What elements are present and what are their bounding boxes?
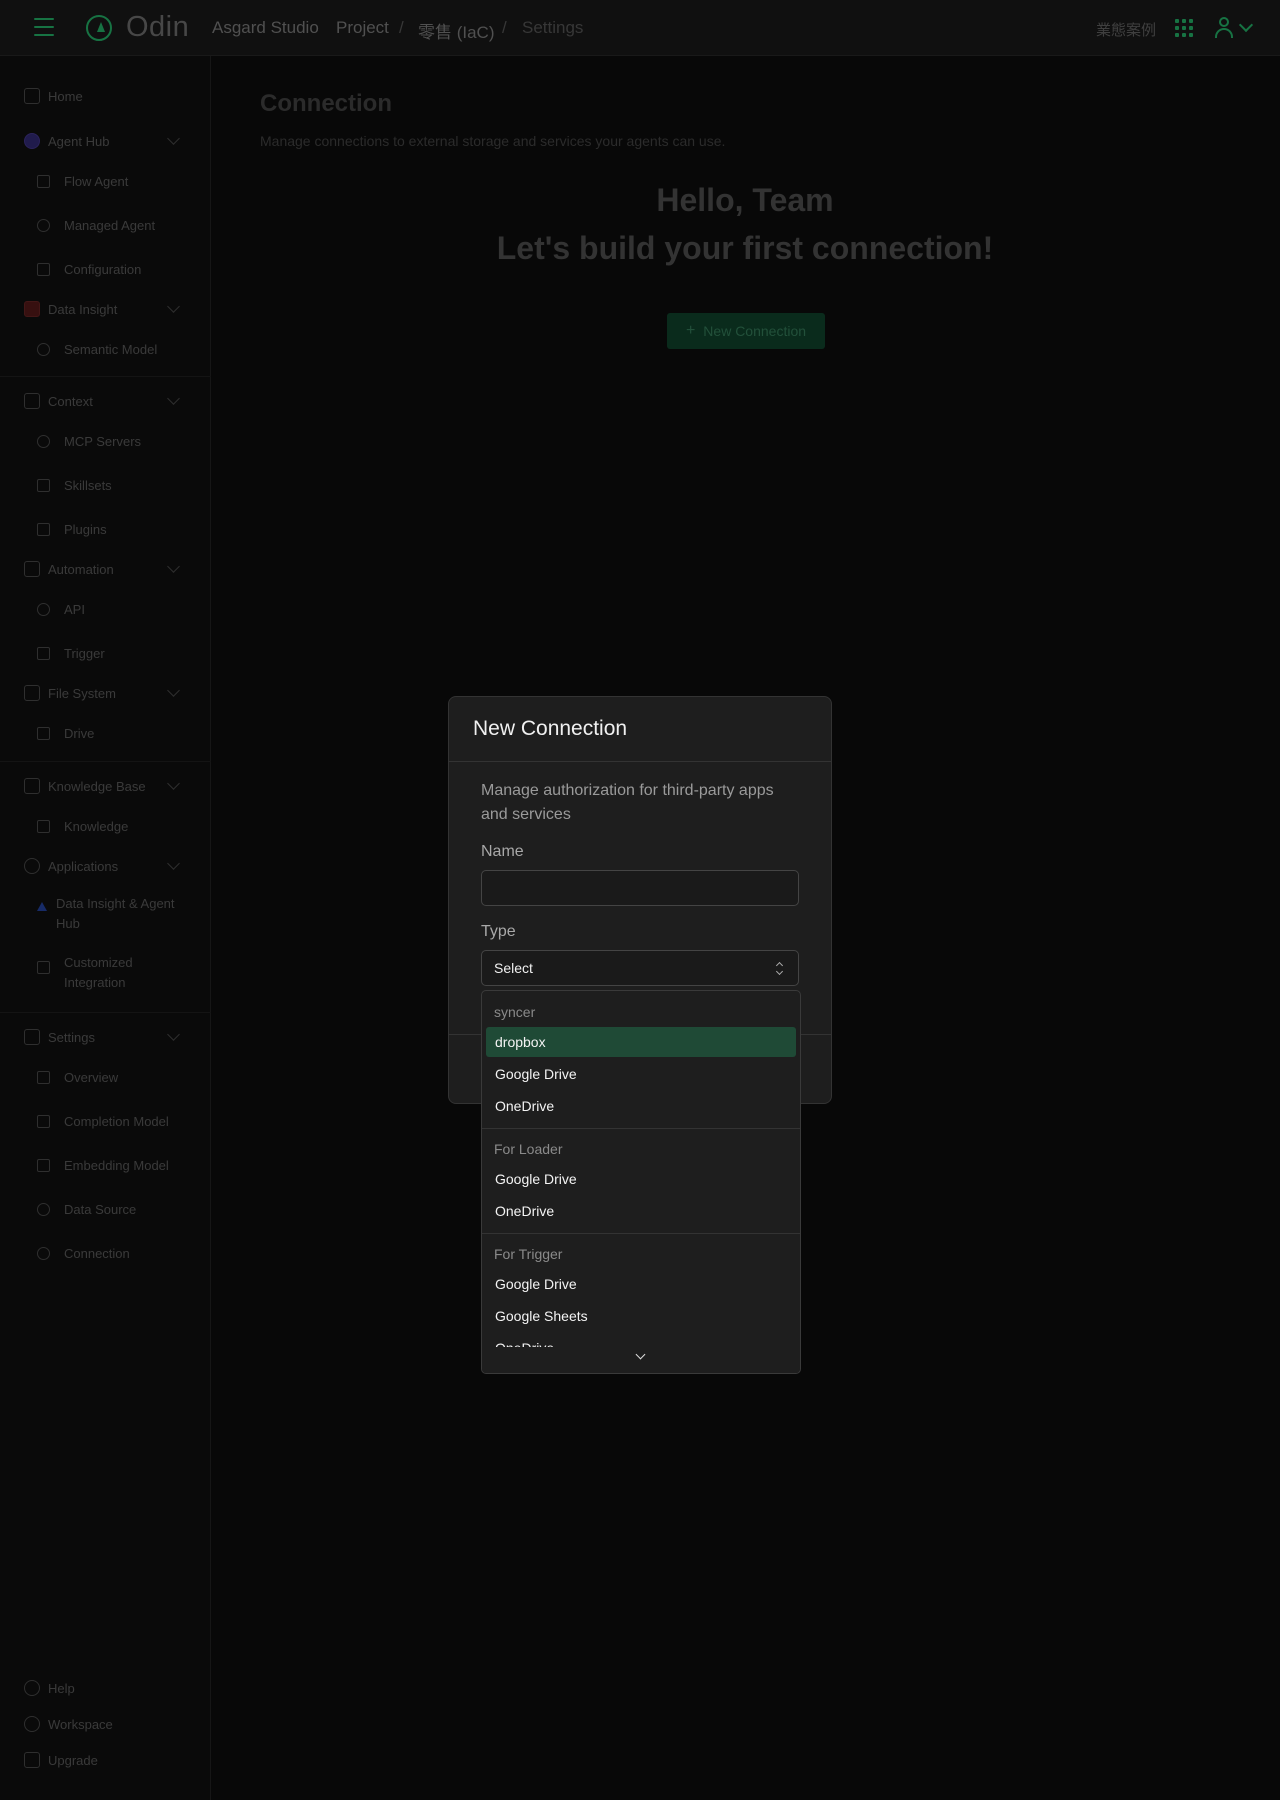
option-trigger-google-sheets[interactable]: Google Sheets <box>486 1301 796 1331</box>
option-loader-google-drive[interactable]: Google Drive <box>486 1164 796 1194</box>
type-dropdown-menu: syncer dropbox Google Drive OneDrive For… <box>481 990 801 1374</box>
dropdown-viewport: syncer dropbox Google Drive OneDrive For… <box>482 991 800 1349</box>
option-syncer-onedrive[interactable]: OneDrive <box>486 1091 796 1121</box>
option-loader-onedrive[interactable]: OneDrive <box>486 1196 796 1226</box>
divider <box>482 1233 800 1234</box>
option-trigger-google-drive[interactable]: Google Drive <box>486 1269 796 1299</box>
group-label-loader: For Loader <box>494 1141 563 1157</box>
divider <box>482 1128 800 1129</box>
type-label: Type <box>481 923 516 940</box>
dialog-title: New Connection <box>473 717 628 740</box>
group-label-trigger: For Trigger <box>494 1246 563 1262</box>
dialog-description: Manage authorization for third-party app… <box>481 782 774 823</box>
option-syncer-google-drive[interactable]: Google Drive <box>486 1059 796 1089</box>
chevron-down-icon <box>635 1349 646 1360</box>
option-syncer-dropbox[interactable]: dropbox <box>486 1027 796 1057</box>
divider <box>449 761 831 762</box>
name-input[interactable] <box>481 870 799 906</box>
chevron-up-down-icon <box>776 962 784 976</box>
name-label: Name <box>481 843 524 860</box>
type-select[interactable]: Select <box>481 950 799 986</box>
type-select-value: Select <box>494 960 533 976</box>
dropdown-scroll-down[interactable] <box>482 1347 800 1373</box>
group-label-syncer: syncer <box>494 1004 536 1020</box>
